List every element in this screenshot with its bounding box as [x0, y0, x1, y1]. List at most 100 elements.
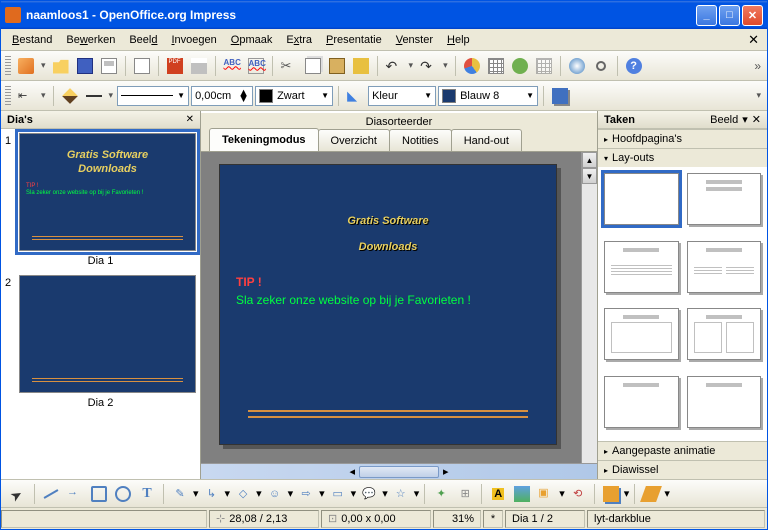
- arrange-button[interactable]: [600, 483, 622, 505]
- tab-notes[interactable]: Notities: [389, 129, 452, 151]
- print-button[interactable]: [188, 55, 210, 77]
- callout-tool[interactable]: 💬: [358, 483, 380, 505]
- menu-help[interactable]: Help: [440, 32, 477, 48]
- toolbar-grip[interactable]: [5, 86, 11, 106]
- toolbar-overflow[interactable]: ▾: [664, 487, 670, 500]
- section-layouts[interactable]: Lay-outs: [598, 148, 767, 167]
- from-file-button[interactable]: [511, 483, 533, 505]
- copy-button[interactable]: [302, 55, 324, 77]
- line-style-icon[interactable]: [59, 85, 81, 107]
- fill-style-button[interactable]: ◣: [344, 85, 366, 107]
- slide-tip[interactable]: TIP !: [236, 275, 556, 289]
- undo-button[interactable]: ↶: [383, 55, 405, 77]
- vertical-scrollbar[interactable]: ▲ ▼: [581, 152, 597, 463]
- menu-window[interactable]: Venster: [389, 32, 440, 48]
- tab-handout[interactable]: Hand-out: [451, 129, 522, 151]
- tasks-close[interactable]: ✕: [752, 113, 761, 126]
- line-end-button[interactable]: [83, 85, 105, 107]
- section-animation[interactable]: Aangepaste animatie: [598, 441, 767, 460]
- slides-panel-close[interactable]: ✕: [186, 114, 194, 125]
- scroll-down-button[interactable]: ▼: [582, 168, 597, 184]
- layout-blank[interactable]: [604, 173, 679, 225]
- section-transition[interactable]: Diawissel: [598, 460, 767, 479]
- smiley-tool[interactable]: ☺: [264, 483, 286, 505]
- fontwork-button[interactable]: A: [487, 483, 509, 505]
- hyperlink-button[interactable]: [509, 55, 531, 77]
- tasks-view-dropdown[interactable]: ▾: [742, 113, 748, 126]
- select-tool[interactable]: ➤: [7, 483, 29, 505]
- menu-extra[interactable]: Extra: [279, 32, 319, 48]
- layouts-grid[interactable]: [598, 167, 767, 441]
- line-end-dropdown[interactable]: ▾: [107, 90, 116, 101]
- grid-button[interactable]: [533, 55, 555, 77]
- email-button[interactable]: [98, 55, 120, 77]
- line-tool[interactable]: [40, 483, 62, 505]
- gallery-button[interactable]: ▣: [535, 483, 557, 505]
- slide-thumbnail[interactable]: [19, 275, 196, 393]
- layout-title-content[interactable]: [604, 241, 679, 293]
- menu-insert[interactable]: Invoegen: [164, 32, 223, 48]
- paste-button[interactable]: [326, 55, 348, 77]
- line-color-combo[interactable]: Zwart▼: [255, 86, 333, 106]
- edit-doc-button[interactable]: [131, 55, 153, 77]
- format-paint-button[interactable]: [350, 55, 372, 77]
- layout-title-two-obj[interactable]: [687, 308, 762, 360]
- arrow-style-dropdown[interactable]: ▾: [39, 90, 48, 101]
- menu-view[interactable]: Beeld: [122, 32, 164, 48]
- points-tool[interactable]: ✦: [430, 483, 452, 505]
- help-button[interactable]: ?: [623, 55, 645, 77]
- table-button[interactable]: [485, 55, 507, 77]
- menu-format[interactable]: Opmaak: [224, 32, 280, 48]
- toolbar-overflow[interactable]: »: [752, 59, 763, 73]
- slide-canvas[interactable]: Gratis SoftwareDownloads TIP ! Sla zeker…: [219, 164, 557, 445]
- arrow-tool[interactable]: →: [64, 483, 86, 505]
- slides-list[interactable]: 1 Gratis SoftwareDownloads TIP ! Sla zek…: [1, 129, 200, 479]
- redo-dropdown[interactable]: ▾: [441, 60, 450, 71]
- slide-title[interactable]: Gratis SoftwareDownloads: [220, 205, 556, 257]
- toolbar-grip[interactable]: [5, 56, 11, 76]
- close-button[interactable]: ✕: [742, 5, 763, 26]
- arrows-tool[interactable]: ⇨: [295, 483, 317, 505]
- slide-thumbnail[interactable]: Gratis SoftwareDownloads TIP ! Sla zeker…: [19, 133, 196, 251]
- cut-button[interactable]: ✂: [278, 55, 300, 77]
- open-button[interactable]: [50, 55, 72, 77]
- chart-button[interactable]: [461, 55, 483, 77]
- extrusion-button[interactable]: [640, 483, 662, 505]
- layout-two-content[interactable]: [687, 241, 762, 293]
- star-tool[interactable]: ☆: [390, 483, 412, 505]
- layout-title-obj[interactable]: [604, 308, 679, 360]
- layout-more-2[interactable]: [687, 376, 762, 428]
- flowchart-tool[interactable]: ▭: [327, 483, 349, 505]
- section-master-pages[interactable]: Hoofdpagina's: [598, 129, 767, 148]
- spellcheck-button[interactable]: ABC: [221, 55, 243, 77]
- tab-drawing[interactable]: Tekeningmodus: [209, 128, 319, 151]
- slide-body[interactable]: Sla zeker onze website op bij je Favorie…: [236, 293, 556, 307]
- toolbar-overflow[interactable]: ▾: [754, 90, 763, 101]
- menu-file[interactable]: Bestand: [5, 32, 59, 48]
- tasks-view-label[interactable]: Beeld: [710, 114, 738, 126]
- shapes-tool[interactable]: ◇: [232, 483, 254, 505]
- glue-tool[interactable]: ⊞: [454, 483, 476, 505]
- export-pdf-button[interactable]: PDF: [164, 55, 186, 77]
- ellipse-tool[interactable]: [112, 483, 134, 505]
- status-zoom[interactable]: 31%: [433, 510, 481, 528]
- doc-close-button[interactable]: ✕: [744, 32, 763, 48]
- arrow-style-button[interactable]: ⇤: [15, 85, 37, 107]
- tab-overview[interactable]: Overzicht: [318, 129, 390, 151]
- fill-mode-combo[interactable]: Kleur▼: [368, 86, 436, 106]
- navigator-button[interactable]: [566, 55, 588, 77]
- connector-tool[interactable]: ↳: [201, 483, 223, 505]
- text-tool[interactable]: T: [136, 483, 158, 505]
- slide-item-2[interactable]: 2 Dia 2: [5, 275, 196, 409]
- scroll-up-button[interactable]: ▲: [582, 152, 597, 168]
- rect-tool[interactable]: [88, 483, 110, 505]
- line-width-combo[interactable]: 0,00cm▲▼: [191, 86, 253, 106]
- horizontal-scrollbar[interactable]: ◂▸: [201, 463, 597, 479]
- maximize-button[interactable]: □: [719, 5, 740, 26]
- curve-tool[interactable]: ✎: [169, 483, 191, 505]
- zoom-button[interactable]: [590, 55, 612, 77]
- layout-more-1[interactable]: [604, 376, 679, 428]
- autospell-button[interactable]: ABC: [245, 55, 267, 77]
- fill-color-combo[interactable]: Blauw 8▼: [438, 86, 538, 106]
- layout-title[interactable]: [687, 173, 762, 225]
